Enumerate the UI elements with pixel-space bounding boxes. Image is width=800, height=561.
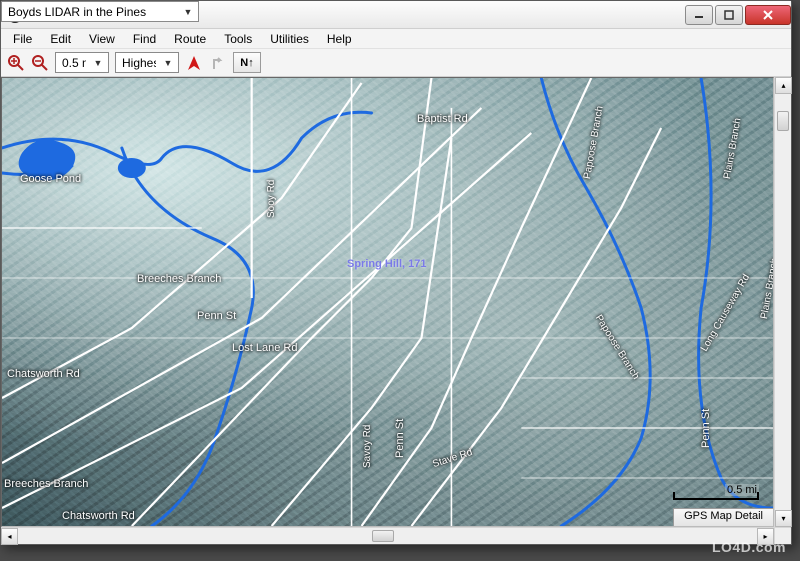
label-breeches-branch: Breeches Branch bbox=[137, 273, 221, 285]
horizontal-scrollbar[interactable]: ◂ ▸ bbox=[1, 527, 774, 544]
menu-help[interactable]: Help bbox=[319, 30, 360, 48]
map-vector-overlay bbox=[2, 78, 773, 526]
road-label-chatsworth: Chatsworth Rd bbox=[7, 368, 80, 380]
client-area: Spring Hill, 171 Baptist Rd Goose Pond B… bbox=[1, 77, 791, 544]
scroll-up-button[interactable]: ▴ bbox=[775, 77, 792, 94]
road-label-penn-2: Penn St bbox=[394, 419, 406, 458]
app-window: nRoute File Edit View Find Route Tools U… bbox=[0, 0, 792, 545]
road-label-lost-lane: Lost Lane Rd bbox=[232, 342, 297, 354]
map-viewport[interactable]: Spring Hill, 171 Baptist Rd Goose Pond B… bbox=[1, 77, 774, 527]
maximize-button[interactable] bbox=[715, 5, 743, 25]
scale-value: 0.5 mi bbox=[62, 56, 86, 70]
menu-find[interactable]: Find bbox=[125, 30, 164, 48]
zoom-in-icon[interactable] bbox=[7, 54, 25, 72]
detail-select[interactable]: Highest ▼ bbox=[115, 52, 179, 73]
road-label-penn-3: Penn St bbox=[700, 409, 712, 448]
north-up-button[interactable]: N↑ bbox=[233, 52, 261, 73]
chevron-down-icon: ▼ bbox=[90, 58, 106, 68]
scroll-right-button[interactable]: ▸ bbox=[757, 528, 774, 545]
scale-bar: 0.5 mi bbox=[673, 486, 759, 500]
vscroll-thumb[interactable] bbox=[777, 111, 789, 131]
road-label-baptist: Baptist Rd bbox=[417, 113, 468, 125]
chevron-down-icon: ▼ bbox=[160, 58, 176, 68]
map-product-value: Boyds LIDAR in the Pines bbox=[8, 5, 176, 19]
scale-bar-label: 0.5 mi bbox=[725, 484, 759, 496]
map-canvas[interactable]: Spring Hill, 171 Baptist Rd Goose Pond B… bbox=[2, 78, 773, 526]
road-label-penn-1: Penn St bbox=[197, 310, 236, 322]
place-label-spring-hill: Spring Hill, 171 bbox=[347, 258, 426, 270]
road-label-sooy: Sooy Rd bbox=[266, 180, 277, 218]
hscroll-thumb[interactable] bbox=[372, 530, 394, 542]
minimize-button[interactable] bbox=[685, 5, 713, 25]
north-up-label: N↑ bbox=[240, 57, 253, 69]
road-label-chatsworth-2: Chatsworth Rd bbox=[62, 510, 135, 522]
gps-position-icon[interactable] bbox=[185, 54, 203, 72]
menu-route[interactable]: Route bbox=[166, 30, 214, 48]
scroll-down-button[interactable]: ▾ bbox=[775, 510, 792, 527]
chevron-down-icon: ▼ bbox=[180, 7, 196, 17]
menu-edit[interactable]: Edit bbox=[42, 30, 79, 48]
panel-tab-gps-detail[interactable]: GPS Map Detail bbox=[673, 508, 773, 526]
menubar: File Edit View Find Route Tools Utilitie… bbox=[1, 29, 791, 49]
menu-utilities[interactable]: Utilities bbox=[262, 30, 317, 48]
next-turn-icon[interactable] bbox=[209, 54, 227, 72]
label-breeches-branch-2: Breeches Branch bbox=[4, 478, 88, 490]
menu-file[interactable]: File bbox=[5, 30, 40, 48]
scale-select[interactable]: 0.5 mi ▼ bbox=[55, 52, 109, 73]
close-button[interactable] bbox=[745, 5, 791, 25]
panel-tab-label: GPS Map Detail bbox=[684, 510, 763, 522]
vertical-scrollbar[interactable]: ▴ ▾ bbox=[774, 77, 791, 527]
place-label-goose-pond: Goose Pond bbox=[20, 173, 81, 185]
menu-tools[interactable]: Tools bbox=[216, 30, 260, 48]
scrollbar-corner bbox=[774, 527, 791, 544]
scroll-left-button[interactable]: ◂ bbox=[1, 528, 18, 545]
toolbar: Boyds LIDAR in the Pines ▼ 0.5 mi ▼ High… bbox=[1, 49, 791, 77]
zoom-out-icon[interactable] bbox=[31, 54, 49, 72]
menu-view[interactable]: View bbox=[81, 30, 123, 48]
map-product-select[interactable]: Boyds LIDAR in the Pines ▼ bbox=[1, 1, 199, 22]
detail-value: Highest bbox=[122, 56, 156, 70]
road-label-savoy: Savoy Rd bbox=[362, 425, 373, 468]
